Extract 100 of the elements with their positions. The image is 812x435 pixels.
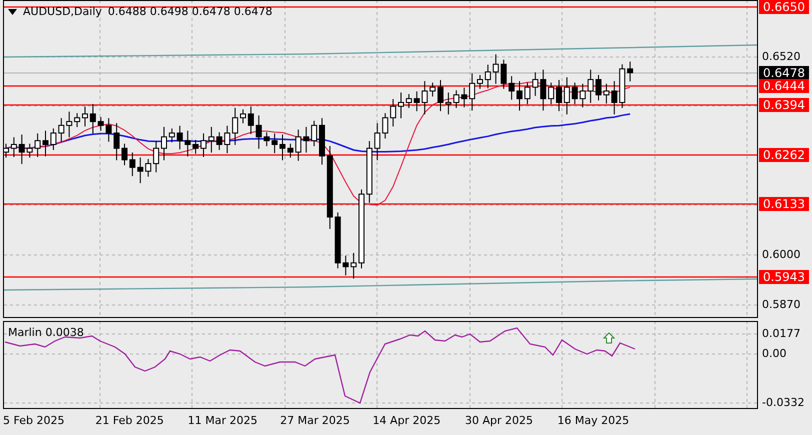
candlestick — [572, 82, 578, 105]
indicator-tick: 0.0177 — [762, 327, 800, 341]
candlestick — [627, 61, 634, 82]
candlestick — [500, 59, 507, 90]
price-tick: 0.6000 — [762, 248, 800, 262]
candlestick — [248, 106, 254, 135]
candlestick — [280, 134, 286, 161]
candlestick — [137, 156, 144, 184]
level-price-label: 0.6650 — [759, 0, 809, 14]
candlestick — [430, 82, 436, 98]
candlestick — [208, 126, 214, 154]
candlestick — [145, 158, 152, 178]
candlestick — [477, 74, 483, 90]
candlestick — [272, 132, 278, 154]
candlestick — [398, 92, 404, 119]
date-label: 5 Feb 2025 — [3, 414, 66, 427]
ohlc-values: 0.6488 0.6498 0.6478 0.6478 — [108, 5, 272, 18]
candlestick — [461, 87, 468, 108]
candlestick — [26, 143, 33, 158]
candlestick — [342, 255, 349, 276]
candlestick — [564, 76, 570, 115]
candlestick — [256, 114, 262, 150]
candlestick — [588, 69, 594, 104]
date-label: 21 Feb 2025 — [95, 414, 165, 427]
candlestick — [129, 152, 136, 177]
indicator-tick: -0.0332 — [762, 396, 804, 410]
symbol-title: AUDUSD,Daily — [23, 5, 102, 18]
level-price-label: 0.6262 — [759, 148, 809, 162]
candlestick — [492, 54, 499, 84]
candlestick — [74, 112, 80, 128]
candlestick — [414, 90, 420, 112]
candlestick — [366, 140, 372, 204]
candlestick — [596, 74, 602, 101]
candlestick — [350, 252, 357, 280]
candlestick — [619, 64, 626, 108]
candlestick — [382, 112, 388, 140]
candlestick — [556, 79, 562, 112]
candlestick — [114, 122, 120, 161]
candlestick — [18, 134, 25, 165]
candlestick — [374, 122, 380, 161]
candlestick — [311, 120, 318, 147]
candlestick — [153, 140, 160, 173]
candlestick — [422, 80, 428, 115]
candlestick — [161, 126, 167, 161]
candlestick — [168, 128, 175, 143]
date-label: 30 Apr 2025 — [464, 414, 534, 427]
candlestick — [98, 116, 104, 132]
candlestick — [532, 72, 538, 96]
candlestick — [58, 118, 64, 142]
candlestick — [295, 129, 302, 162]
candlestick — [66, 111, 72, 138]
indicator-title: Marlin 0.0038 — [8, 326, 84, 339]
candlestick — [200, 132, 206, 158]
candlestick — [90, 104, 96, 134]
indicator-tick: 0.00 — [762, 347, 786, 361]
candlestick — [216, 132, 222, 150]
candlestick — [406, 94, 412, 108]
candlestick — [224, 125, 230, 154]
date-label: 11 Mar 2025 — [188, 414, 259, 427]
candlestick — [34, 132, 41, 158]
candlestick — [184, 130, 191, 157]
candlestick — [390, 98, 396, 127]
candlestick — [611, 80, 618, 115]
candlestick — [319, 118, 325, 166]
candlestick — [334, 212, 341, 269]
date-label: 16 May 2025 — [557, 414, 630, 427]
candlestick — [232, 107, 238, 146]
candlestick — [516, 80, 522, 112]
candlestick — [50, 128, 56, 150]
candlestick — [548, 82, 554, 105]
candlestick — [264, 132, 270, 147]
triangle-icon[interactable] — [8, 8, 17, 14]
candlestick — [106, 118, 112, 142]
candlestick — [240, 108, 246, 124]
candlestick — [603, 83, 610, 104]
candlestick — [176, 125, 183, 150]
price-tick: 0.6520 — [762, 50, 800, 64]
candlestick — [469, 72, 476, 112]
candlestick — [10, 136, 17, 158]
candlestick — [438, 79, 444, 112]
current-price-label: 0.6478 — [759, 66, 809, 80]
candlestick — [445, 92, 452, 115]
candlestick — [453, 90, 460, 108]
candlestick — [42, 130, 48, 157]
candlestick — [580, 83, 586, 108]
price-tick: 0.5870 — [762, 298, 800, 312]
candlestick — [508, 76, 515, 100]
candlestick — [287, 143, 294, 158]
candlestick — [192, 139, 199, 154]
level-price-label: 0.6133 — [759, 197, 809, 211]
level-price-label: 0.5943 — [759, 270, 809, 284]
candlestick — [303, 126, 310, 154]
candlestick — [524, 82, 530, 105]
level-price-label: 0.6394 — [759, 98, 809, 112]
level-price-label: 0.6444 — [759, 79, 809, 93]
up-arrow-icon — [602, 332, 616, 344]
candlestick — [122, 143, 128, 166]
candlestick — [484, 64, 491, 89]
date-label: 27 Mar 2025 — [280, 414, 351, 427]
candlestick — [82, 106, 88, 127]
